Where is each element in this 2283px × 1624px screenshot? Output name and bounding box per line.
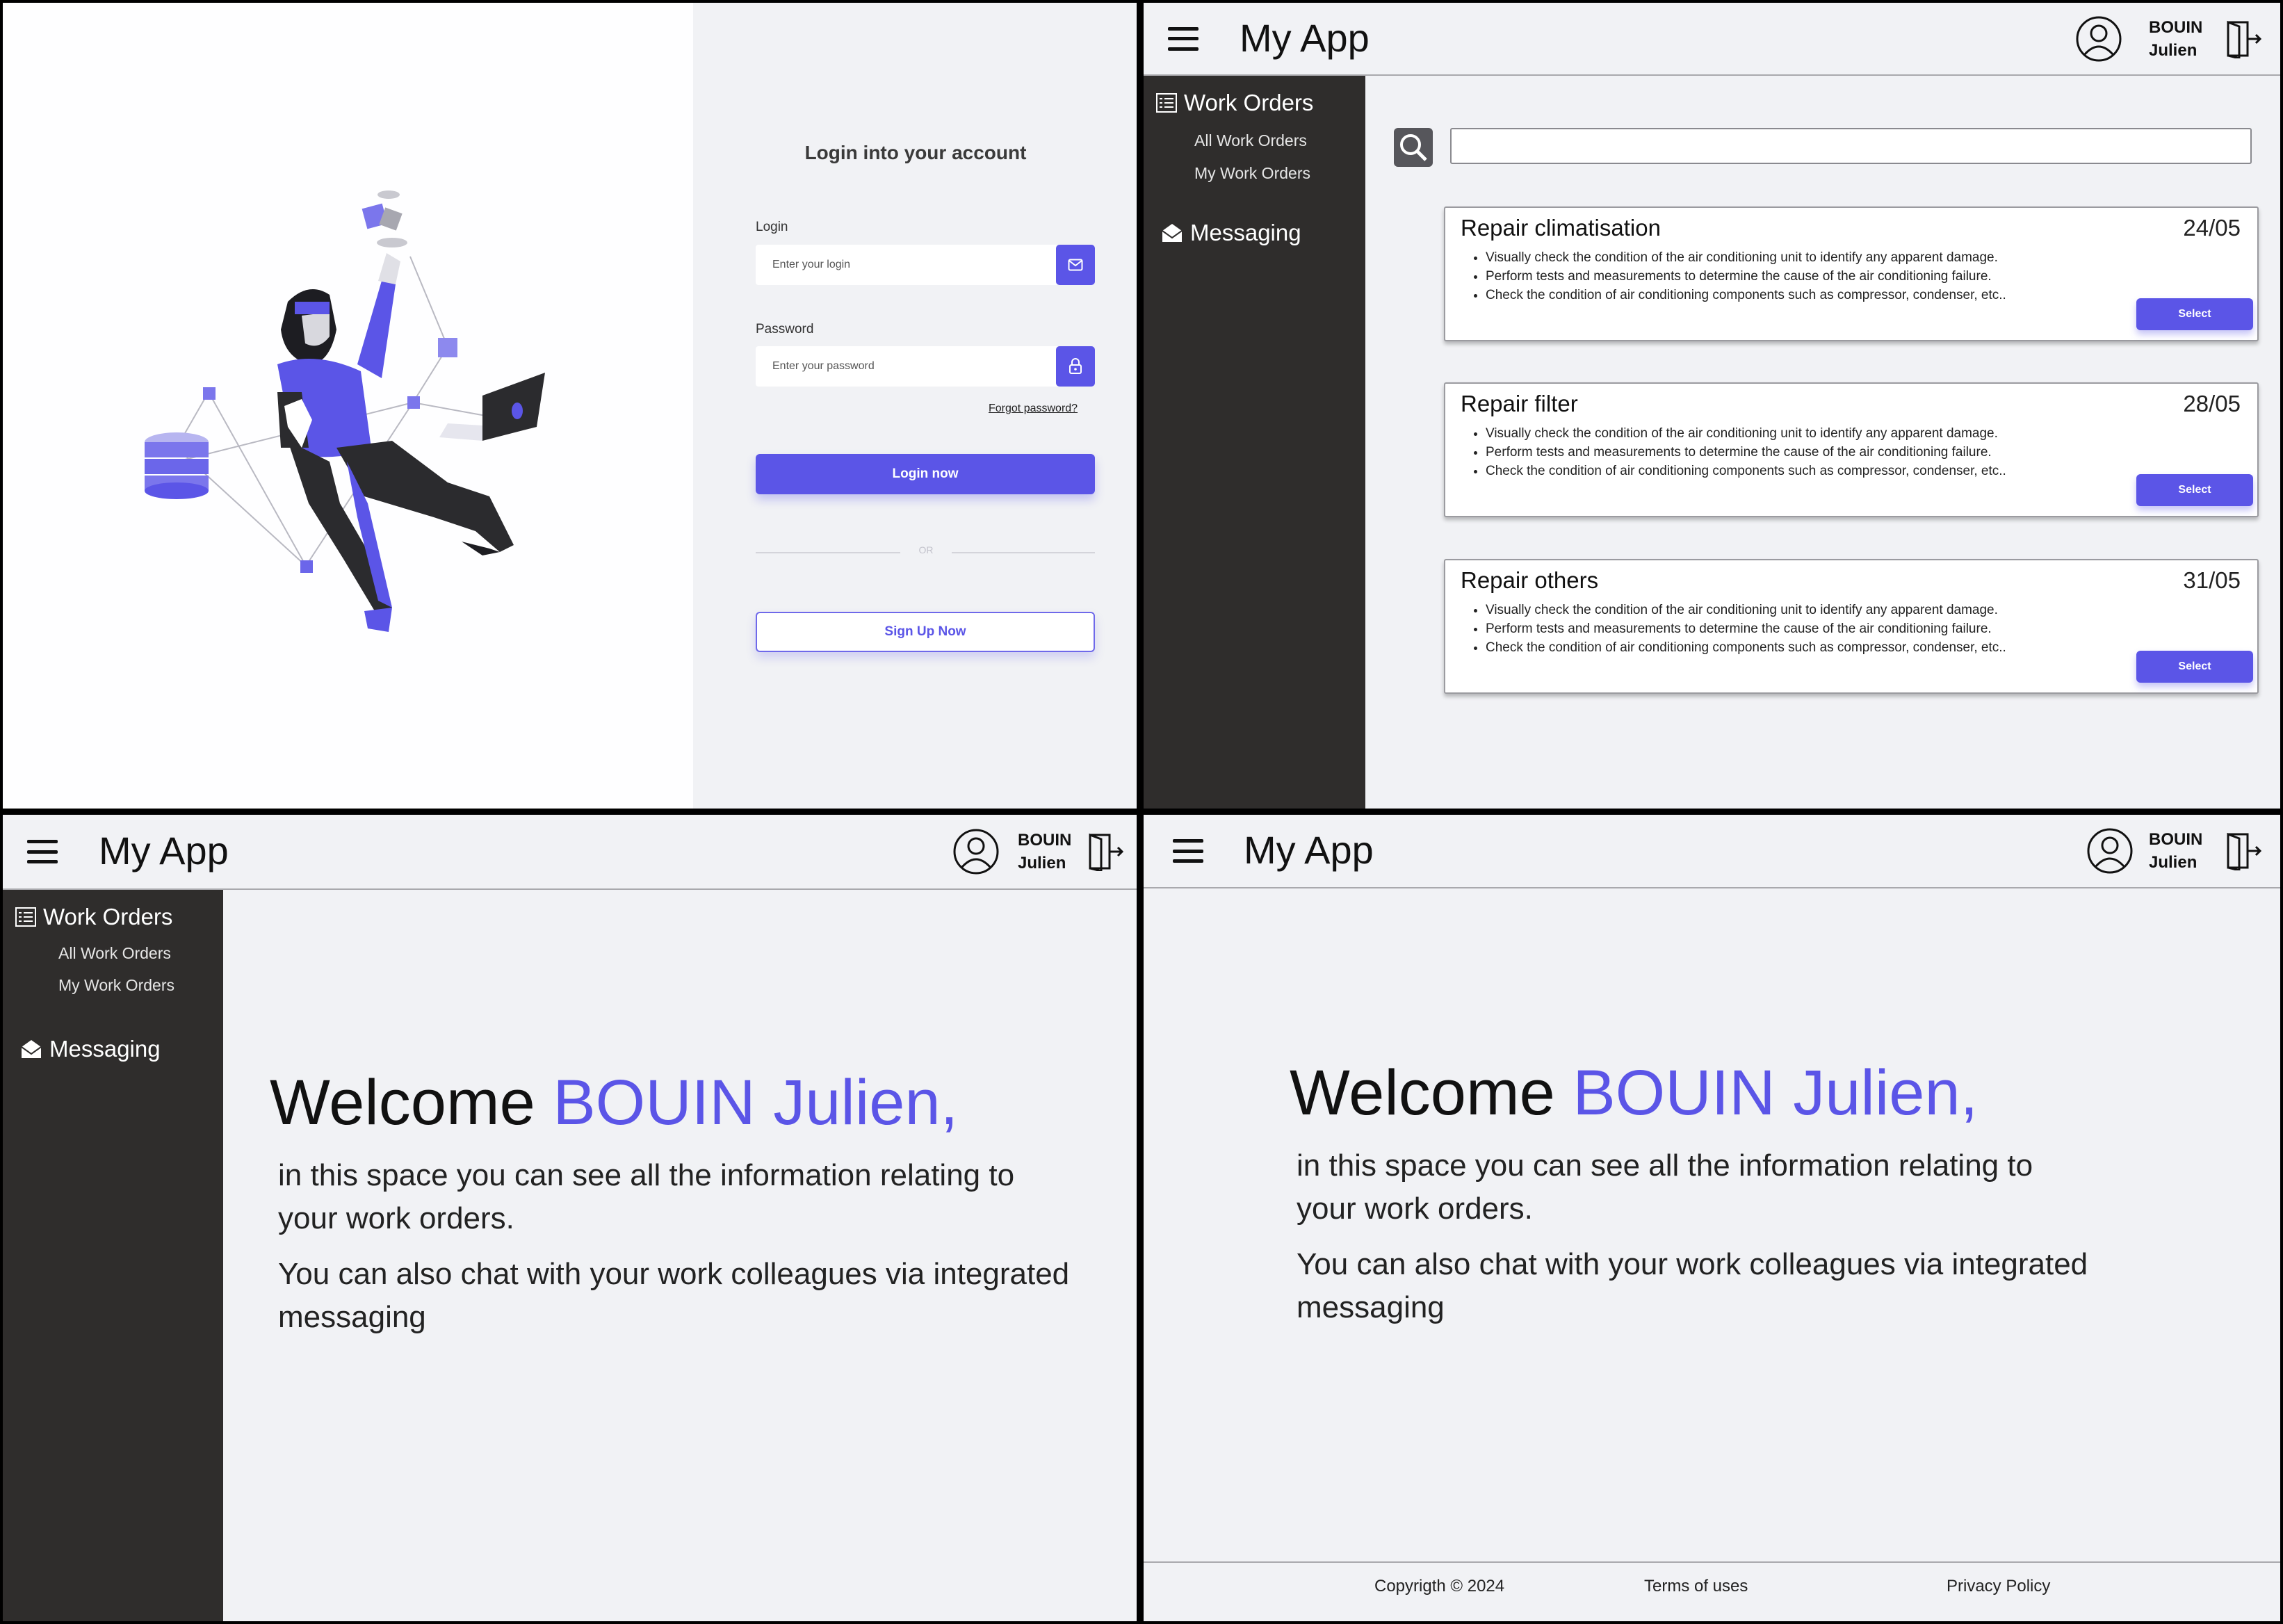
person-with-network-illustration <box>145 190 545 632</box>
work-order-title: Repair climatisation <box>1461 215 1661 241</box>
user-name: BOUIN Julien <box>1018 831 1072 872</box>
envelope-icon <box>1162 224 1183 242</box>
app-header: My App BOUIN Julien <box>1144 3 2280 76</box>
mail-icon[interactable] <box>1056 245 1095 285</box>
user-avatar-icon[interactable] <box>2075 15 2122 63</box>
task-item: Check the condition of air conditioning … <box>1486 462 2006 480</box>
welcome-screen-sidebar: My App BOUIN Julien Work Orders All Work … <box>3 815 1137 1621</box>
divider-left <box>756 552 900 553</box>
logout-icon[interactable] <box>2225 831 2261 870</box>
envelope-icon <box>21 1040 42 1058</box>
sidebar-item-work-orders[interactable]: Work Orders <box>15 904 172 930</box>
login-form: Login into your account Login Password F… <box>693 3 1137 809</box>
work-order-card: Repair filter 28/05 Visually check the c… <box>1444 382 2259 517</box>
user-name: BOUIN Julien <box>2149 830 2203 872</box>
welcome-user-name: BOUIN Julien, <box>1573 1057 1979 1128</box>
task-item: Check the condition of air conditioning … <box>1486 638 2006 657</box>
work-order-date: 28/05 <box>2183 391 2241 416</box>
work-order-title: Repair filter <box>1461 391 1578 416</box>
work-order-tasks: Visually check the condition of the air … <box>1486 248 2006 304</box>
app-title: My App <box>1240 15 1370 60</box>
app-title: My App <box>1244 828 1374 872</box>
login-field <box>756 245 1095 285</box>
task-item: Perform tests and measurements to determ… <box>1486 619 2006 638</box>
login-title: Login into your account <box>804 142 1027 163</box>
laptop-icon <box>439 373 545 441</box>
sidebar: Work Orders All Work Orders My Work Orde… <box>3 890 223 1621</box>
login-illustration <box>3 3 693 809</box>
select-button[interactable]: Select <box>2136 474 2253 506</box>
login-button[interactable]: Login now <box>756 454 1095 494</box>
welcome-heading: Welcome BOUIN Julien, <box>270 1067 959 1138</box>
sidebar-item-all-work-orders[interactable]: All Work Orders <box>58 944 171 963</box>
login-label: Login <box>756 220 788 234</box>
task-item: Check the condition of air conditioning … <box>1486 286 2006 304</box>
password-field <box>756 346 1095 387</box>
task-item: Visually check the condition of the air … <box>1486 601 2006 619</box>
app-title: My App <box>99 829 229 873</box>
privacy-link[interactable]: Privacy Policy <box>1947 1577 2050 1596</box>
password-input[interactable] <box>756 346 1048 387</box>
checklist-icon <box>1156 93 1177 113</box>
app-header: My App BOUIN Julien <box>1144 815 2280 888</box>
welcome-text-1: in this space you can see all the inform… <box>278 1158 1015 1235</box>
search-button[interactable] <box>1394 128 1433 167</box>
welcome-text-1: in this space you can see all the inform… <box>1297 1148 2033 1226</box>
signup-button[interactable]: Sign Up Now <box>756 612 1095 652</box>
task-item: Perform tests and measurements to determ… <box>1486 443 2006 462</box>
or-separator: OR <box>918 544 934 555</box>
terms-link[interactable]: Terms of uses <box>1644 1577 1748 1596</box>
login-input[interactable] <box>756 245 1048 285</box>
welcome-user-name: BOUIN Julien, <box>553 1067 959 1138</box>
sidebar-item-my-work-orders[interactable]: My Work Orders <box>1194 164 1310 183</box>
work-order-tasks: Visually check the condition of the air … <box>1486 424 2006 480</box>
password-label: Password <box>756 322 814 336</box>
hamburger-menu-icon[interactable] <box>27 836 58 867</box>
forgot-password-link[interactable]: Forgot password? <box>989 403 1078 415</box>
welcome-heading: Welcome BOUIN Julien, <box>1290 1057 1979 1128</box>
user-avatar-icon[interactable] <box>952 828 1000 875</box>
work-order-card: Repair others 31/05 Visually check the c… <box>1444 559 2259 694</box>
sidebar-item-my-work-orders[interactable]: My Work Orders <box>58 976 174 995</box>
select-button[interactable]: Select <box>2136 651 2253 683</box>
sidebar-item-all-work-orders[interactable]: All Work Orders <box>1194 131 1307 150</box>
lock-icon[interactable] <box>1056 346 1095 387</box>
work-order-card: Repair climatisation 24/05 Visually chec… <box>1444 206 2259 341</box>
user-name: BOUIN Julien <box>2149 17 2203 60</box>
checklist-icon <box>15 907 36 927</box>
welcome-screen-footer: My App BOUIN Julien Welcome BOUIN Julien,… <box>1144 815 2280 1621</box>
login-screen: Login into your account Login Password F… <box>3 3 1137 809</box>
welcome-text-2: You can also chat with your work colleag… <box>278 1257 1070 1334</box>
task-item: Visually check the condition of the air … <box>1486 424 2006 443</box>
select-button[interactable]: Select <box>2136 298 2253 330</box>
search-input[interactable] <box>1450 128 2252 164</box>
task-item: Perform tests and measurements to determ… <box>1486 267 2006 286</box>
task-item: Visually check the condition of the air … <box>1486 248 2006 267</box>
work-orders-screen: My App BOUIN Julien Work Orders All Work … <box>1144 3 2280 809</box>
logout-icon[interactable] <box>1087 832 1123 871</box>
sidebar-item-messaging[interactable]: Messaging <box>1161 220 1301 246</box>
work-order-date: 31/05 <box>2183 567 2241 593</box>
app-header: My App BOUIN Julien <box>3 815 1137 890</box>
copyright-text: Copyrigth © 2024 <box>1374 1577 1505 1595</box>
work-order-tasks: Visually check the condition of the air … <box>1486 601 2006 657</box>
server-stack-icon <box>145 432 209 499</box>
hamburger-menu-icon[interactable] <box>1173 836 1203 866</box>
search-icon <box>1400 134 1427 161</box>
work-order-title: Repair others <box>1461 567 1599 593</box>
footer: Copyrigth © 2024 Terms of uses Privacy P… <box>1144 1561 2280 1621</box>
welcome-text-2: You can also chat with your work colleag… <box>1297 1247 2088 1324</box>
work-order-date: 24/05 <box>2183 215 2241 241</box>
user-avatar-icon[interactable] <box>2086 827 2134 875</box>
logout-icon[interactable] <box>2225 19 2261 58</box>
sidebar-item-messaging[interactable]: Messaging <box>20 1036 161 1062</box>
sidebar-item-work-orders[interactable]: Work Orders <box>1156 90 1313 116</box>
hamburger-menu-icon[interactable] <box>1168 24 1199 54</box>
person-figure <box>277 253 514 632</box>
divider-right <box>952 552 1095 553</box>
sidebar: Work Orders All Work Orders My Work Orde… <box>1144 76 1365 809</box>
